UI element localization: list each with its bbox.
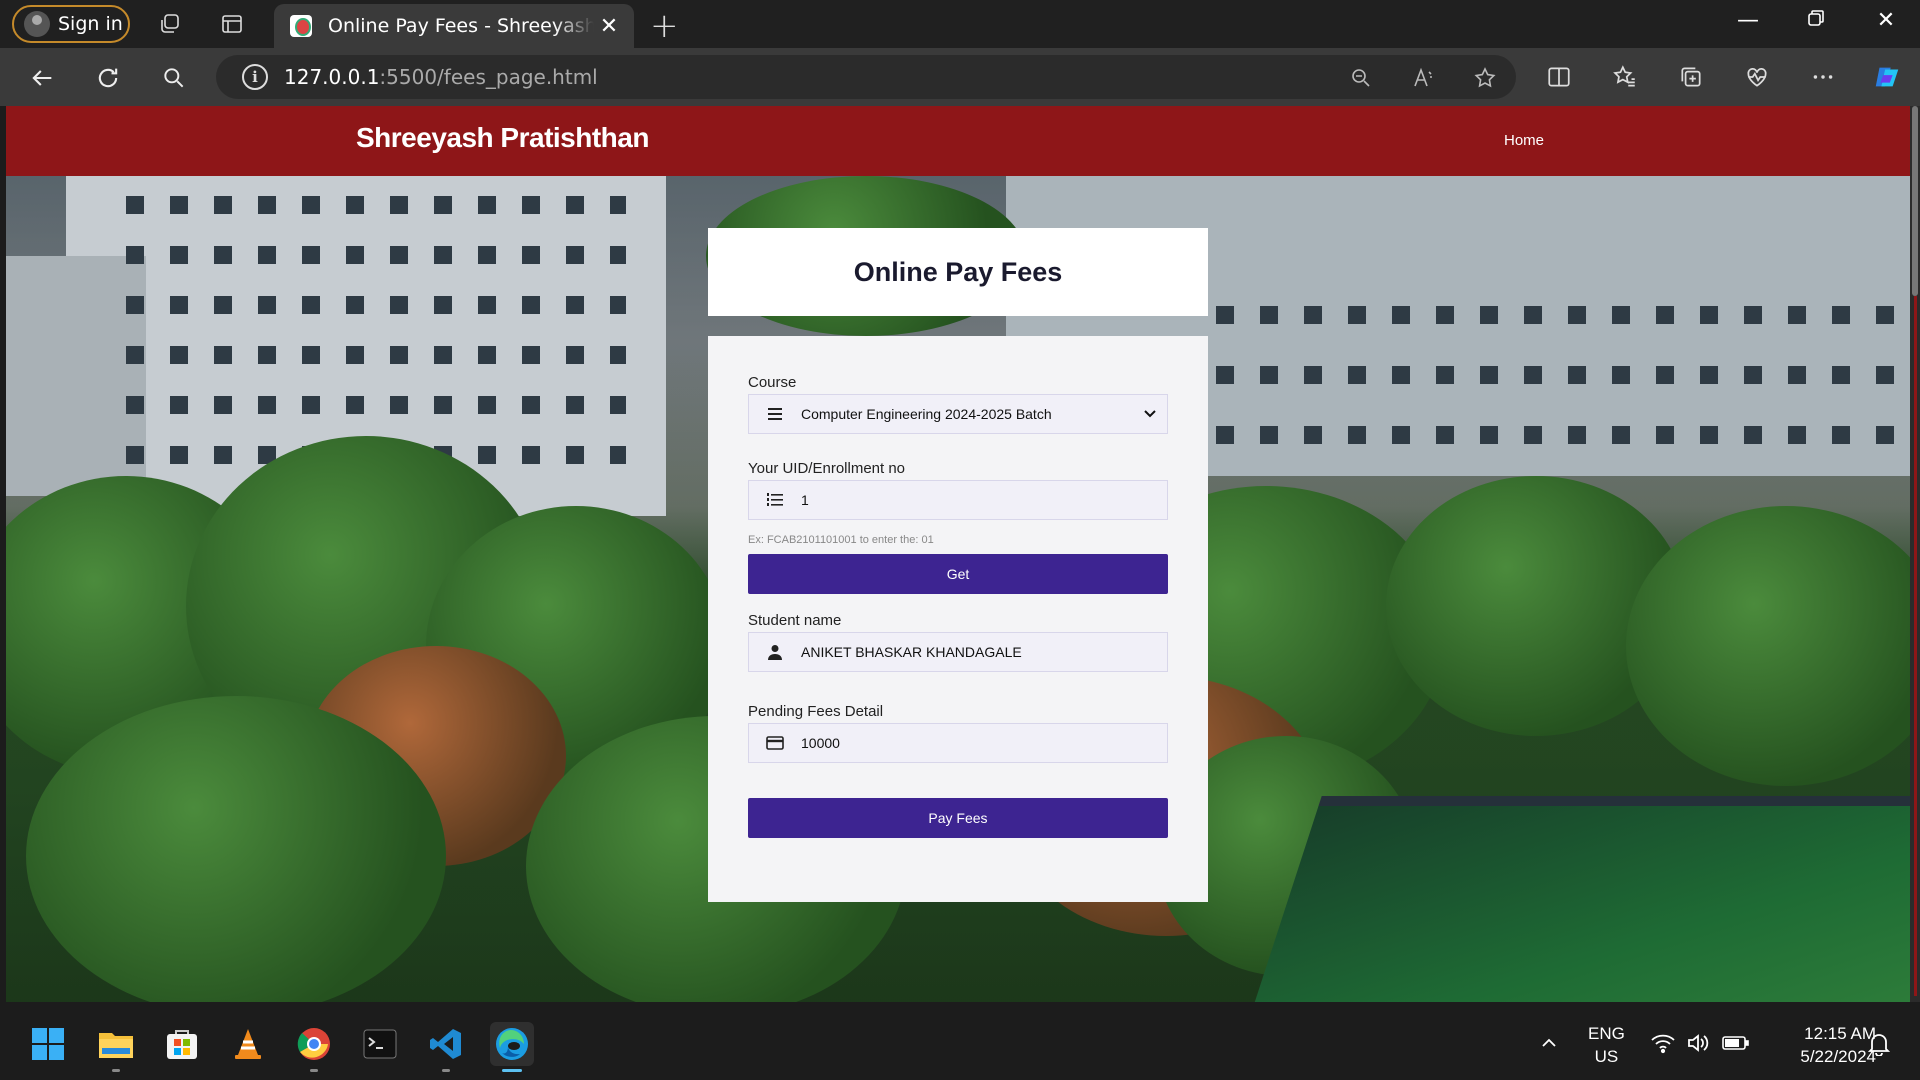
title-card: Online Pay Fees [708, 228, 1208, 316]
course-value: Computer Engineering 2024-2025 Batch [801, 406, 1052, 422]
vscode-icon[interactable] [424, 1022, 468, 1072]
workspaces-icon[interactable] [156, 10, 184, 38]
vlc-icon[interactable] [226, 1022, 270, 1066]
site-brand[interactable]: Shreeyash Pratishthan [356, 122, 649, 154]
user-icon [749, 644, 801, 660]
collections-icon[interactable] [1676, 62, 1706, 92]
fees-form: Course Computer Engineering 2024-2025 Ba… [708, 336, 1208, 902]
clock-time: 12:15 AM [1804, 1024, 1876, 1043]
minimize-icon[interactable]: — [1728, 8, 1768, 33]
numbered-list-icon [749, 492, 801, 508]
page-scrollbar[interactable] [1910, 106, 1920, 1002]
vertical-tabs-icon[interactable] [218, 10, 246, 38]
tab-close-icon[interactable]: ✕ [594, 14, 624, 39]
get-button[interactable]: Get [748, 554, 1168, 594]
browser-titlebar: Sign in Online Pay Fees - Shreeyash Prat… [0, 0, 1920, 48]
zoom-out-icon[interactable] [1348, 65, 1374, 91]
list-icon [749, 407, 801, 421]
chrome-icon[interactable] [292, 1022, 336, 1072]
search-icon[interactable] [158, 62, 190, 94]
uid-value: 1 [801, 492, 809, 508]
site-navbar: Shreeyash Pratishthan Home [6, 106, 1910, 176]
student-name-label: Student name [748, 612, 842, 629]
site-info-icon[interactable]: i [242, 64, 268, 90]
start-windows-icon[interactable] [26, 1022, 70, 1066]
windows-taskbar: ENG US 12:15 AM 5/22/2024 [0, 1010, 1920, 1080]
url-text: 127.0.0.1:5500/fees_page.html [284, 65, 598, 89]
address-bar[interactable]: i 127.0.0.1:5500/fees_page.html [216, 55, 1516, 99]
uid-input[interactable]: 1 [748, 480, 1168, 520]
close-window-icon[interactable]: ✕ [1866, 8, 1906, 33]
language-code: ENG [1588, 1024, 1625, 1043]
course-label: Course [748, 374, 797, 391]
pending-fees-field[interactable]: 10000 [748, 723, 1168, 763]
course-select[interactable]: Computer Engineering 2024-2025 Batch [748, 394, 1168, 434]
tab-title: Online Pay Fees - Shreeyash Pratishthan [328, 15, 594, 37]
profile-button[interactable]: Sign in [12, 5, 130, 43]
restore-icon[interactable] [1796, 8, 1836, 33]
microsoft-store-icon[interactable] [160, 1022, 204, 1066]
copilot-icon[interactable] [1872, 62, 1902, 92]
uid-label: Your UID/Enrollment no [748, 460, 906, 477]
student-name-field[interactable]: ANIKET BHASKAR KHANDAGALE [748, 632, 1168, 672]
clock-date: 5/22/2024 [1800, 1047, 1876, 1066]
browser-toolbar: i 127.0.0.1:5500/fees_page.html [0, 48, 1920, 106]
read-aloud-icon[interactable] [1410, 65, 1436, 91]
language-indicator[interactable]: ENG US [1588, 1022, 1625, 1068]
split-screen-icon[interactable] [1544, 62, 1574, 92]
page-viewport: Shreeyash Pratishthan Home Online Pay Fe… [6, 106, 1910, 1002]
clock[interactable]: 12:15 AM 5/22/2024 [1770, 1022, 1876, 1068]
scrollbar-thumb[interactable] [1912, 106, 1918, 296]
nav-link-home[interactable]: Home [1504, 132, 1544, 149]
favorite-star-icon[interactable] [1472, 65, 1498, 91]
terminal-icon[interactable] [358, 1022, 402, 1066]
show-hidden-icons-chevron-up-icon[interactable] [1540, 1034, 1558, 1057]
student-name-value: ANIKET BHASKAR KHANDAGALE [801, 644, 1022, 660]
back-icon[interactable] [26, 62, 58, 94]
pending-fees-label: Pending Fees Detail [748, 703, 884, 720]
site-favicon-icon [290, 15, 312, 37]
volume-icon[interactable] [1686, 1032, 1710, 1059]
pending-fees-value: 10000 [801, 735, 840, 751]
browser-essentials-icon[interactable] [1742, 62, 1772, 92]
new-tab-icon[interactable]: + [650, 6, 679, 46]
wifi-icon[interactable] [1650, 1032, 1676, 1059]
refresh-icon[interactable] [92, 62, 124, 94]
credit-card-icon [749, 736, 801, 750]
more-menu-icon[interactable] [1808, 62, 1838, 92]
pond-area [1250, 796, 1910, 1002]
browser-tab-active[interactable]: Online Pay Fees - Shreeyash Pratishthan … [274, 4, 634, 48]
uid-hint: Ex: FCAB2101101001 to enter the: 01 [748, 534, 934, 546]
chevron-down-icon [1143, 407, 1157, 424]
favorites-icon[interactable] [1610, 62, 1640, 92]
file-explorer-icon[interactable] [94, 1022, 138, 1072]
scrollbar-track-accent [1914, 296, 1917, 996]
pay-fees-button[interactable]: Pay Fees [748, 798, 1168, 838]
battery-icon[interactable] [1722, 1034, 1750, 1057]
region-code: US [1594, 1047, 1619, 1066]
profile-label: Sign in [58, 13, 123, 35]
edge-icon[interactable] [490, 1022, 534, 1072]
profile-avatar [24, 11, 50, 37]
page-title: Online Pay Fees [853, 256, 1063, 287]
notification-bell-icon[interactable] [1867, 1032, 1891, 1061]
